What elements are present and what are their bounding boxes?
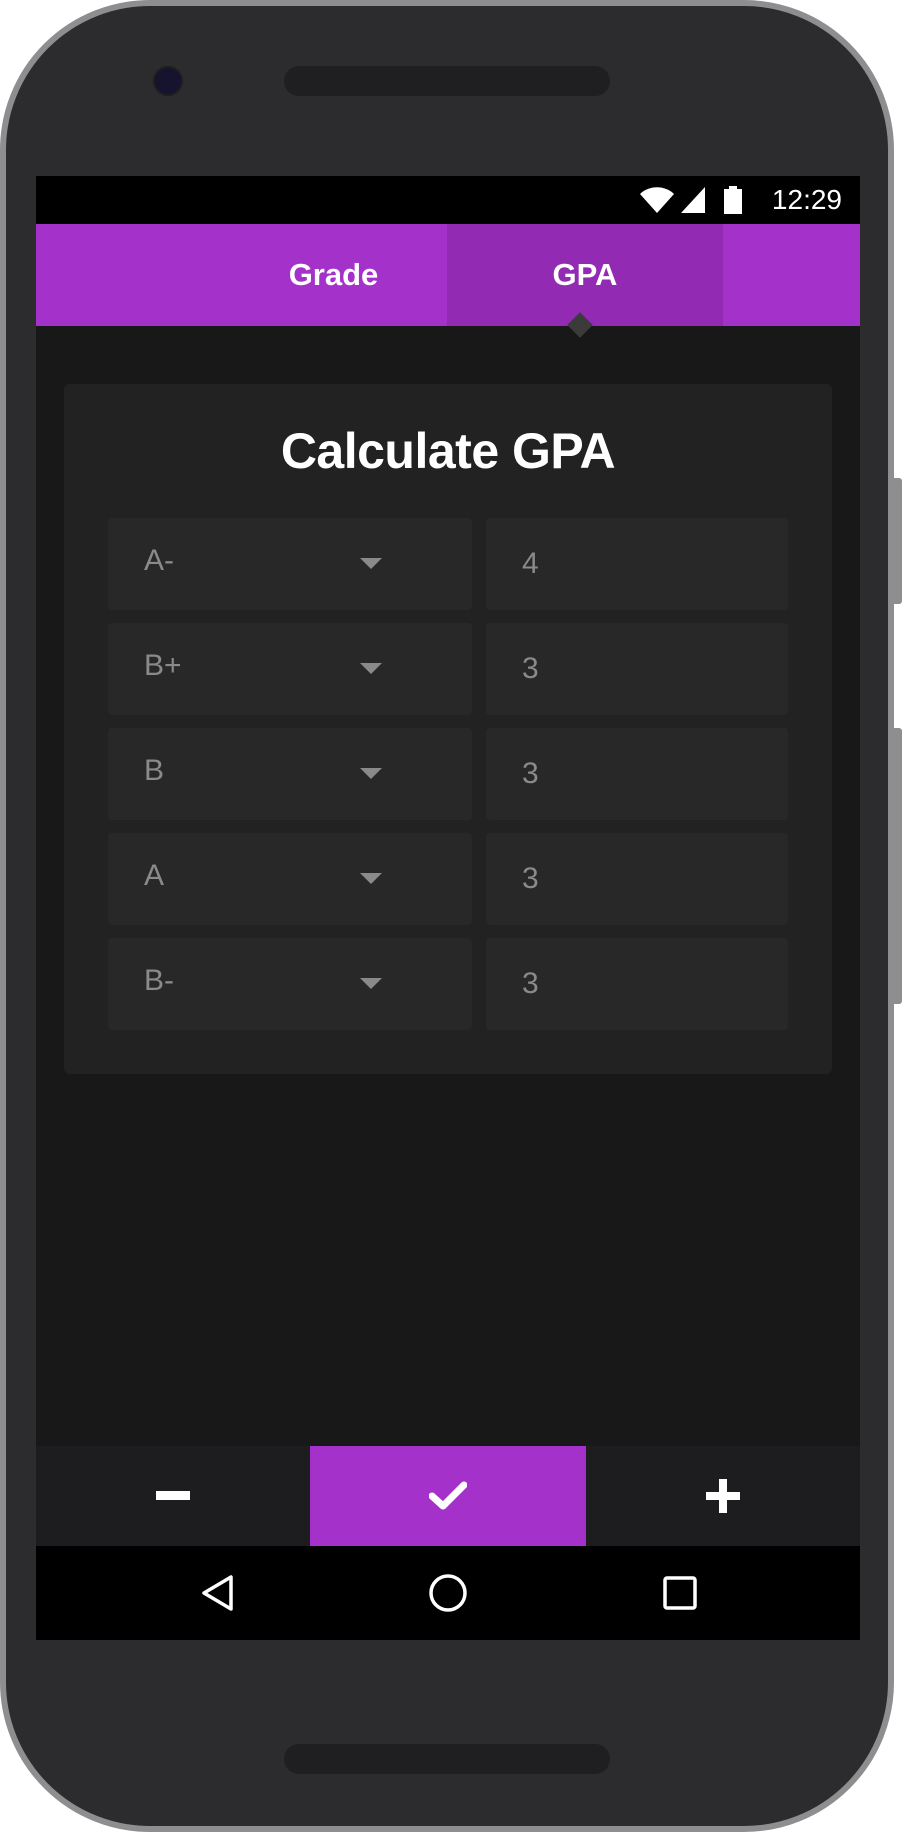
- tab-grade[interactable]: Grade: [196, 224, 471, 326]
- grade-select[interactable]: B: [108, 728, 472, 820]
- nav-home-button[interactable]: [388, 1546, 508, 1640]
- caret-down-icon: [360, 978, 382, 989]
- grade-select[interactable]: B+: [108, 623, 472, 715]
- caret-down-icon: [360, 873, 382, 884]
- action-bar: [36, 1446, 860, 1546]
- course-row: A: [108, 833, 788, 925]
- plus-icon: [706, 1479, 740, 1513]
- grade-select-value: B+: [144, 649, 182, 682]
- recents-icon: [663, 1576, 697, 1610]
- credits-field-wrap: [486, 938, 788, 1030]
- battery-icon: [724, 186, 742, 214]
- bottom-speaker: [284, 1744, 610, 1774]
- status-bar: 12:29: [36, 176, 860, 224]
- nav-recents-button[interactable]: [620, 1546, 740, 1640]
- course-row: B-: [108, 938, 788, 1030]
- front-camera: [153, 66, 183, 96]
- tab-bar: Grade GPA: [36, 224, 860, 326]
- add-course-button[interactable]: [586, 1446, 860, 1546]
- credits-input[interactable]: [486, 833, 788, 925]
- course-row: A-: [108, 518, 788, 610]
- grade-select-value: A-: [144, 544, 174, 577]
- credits-input[interactable]: [486, 728, 788, 820]
- caret-down-icon: [360, 663, 382, 674]
- grade-select[interactable]: A-: [108, 518, 472, 610]
- course-row: B: [108, 728, 788, 820]
- cell-signal-icon: [681, 187, 705, 213]
- caret-down-icon: [360, 558, 382, 569]
- credits-input[interactable]: [486, 623, 788, 715]
- caret-down-icon: [360, 768, 382, 779]
- earpiece-speaker: [284, 66, 610, 96]
- credits-field-wrap: [486, 833, 788, 925]
- calculate-button[interactable]: [310, 1446, 586, 1546]
- card-title: Calculate GPA: [280, 423, 616, 479]
- grade-select[interactable]: B-: [108, 938, 472, 1030]
- credits-field-wrap: [486, 518, 788, 610]
- gpa-card: Calculate GPA A- B+ B: [64, 384, 832, 1074]
- power-button: [894, 728, 902, 1004]
- home-icon: [429, 1574, 467, 1612]
- volume-button: [894, 478, 902, 604]
- credits-input[interactable]: [486, 938, 788, 1030]
- back-icon: [202, 1575, 233, 1611]
- credits-field-wrap: [486, 728, 788, 820]
- remove-course-button[interactable]: [36, 1446, 310, 1546]
- status-time: 12:29: [771, 184, 842, 215]
- system-nav-bar: [36, 1546, 860, 1640]
- app-screen: 12:29 Grade GPA Calculate GPA A- B+: [36, 176, 860, 1640]
- grade-select-value: B: [144, 754, 165, 787]
- nav-back-button[interactable]: [157, 1546, 277, 1640]
- minus-icon: [156, 1491, 190, 1500]
- credits-field-wrap: [486, 623, 788, 715]
- grade-select-value: A: [144, 859, 165, 892]
- wifi-icon: [640, 187, 674, 213]
- check-icon: [429, 1481, 467, 1510]
- credits-input[interactable]: [486, 518, 788, 610]
- course-row: B+: [108, 623, 788, 715]
- grade-select-value: B-: [144, 964, 174, 997]
- tab-gpa[interactable]: GPA: [447, 224, 723, 326]
- grade-select[interactable]: A: [108, 833, 472, 925]
